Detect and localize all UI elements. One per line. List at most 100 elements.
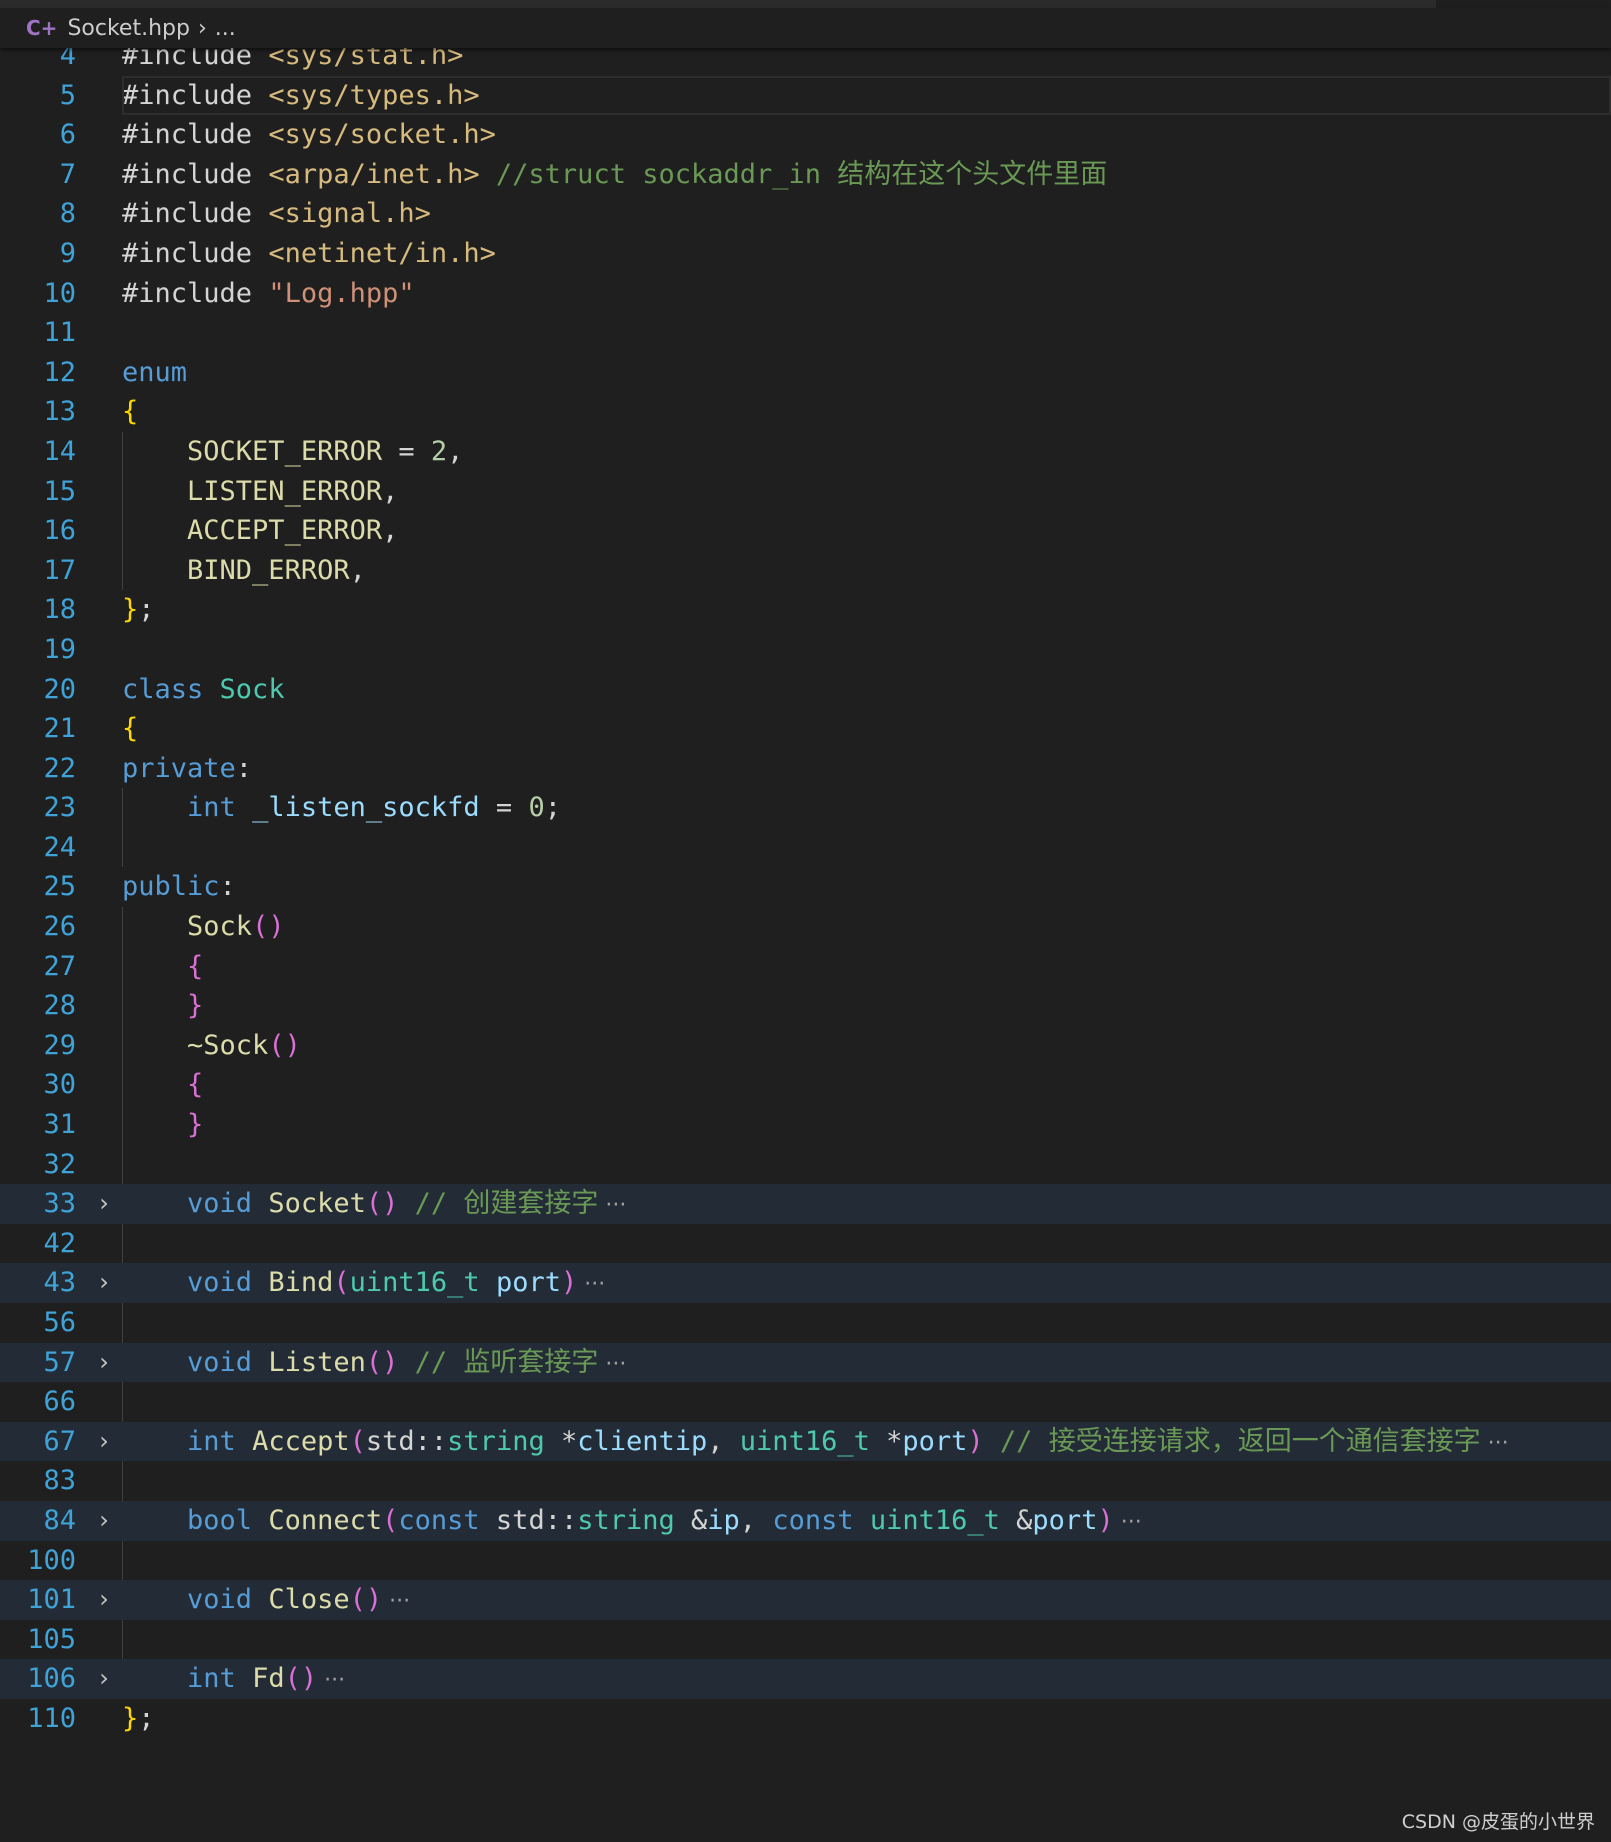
- token: public: [122, 871, 220, 903]
- code-line[interactable]: 31 }: [0, 1105, 1611, 1145]
- fold-chevron-right-icon[interactable]: ›: [93, 1580, 115, 1620]
- token: (): [365, 1188, 399, 1220]
- line-number: 27: [43, 950, 76, 982]
- token: ): [560, 1267, 578, 1299]
- token: ;: [138, 594, 155, 626]
- fold-chevron-right-icon[interactable]: ›: [93, 1422, 115, 1462]
- code-line[interactable]: 14 SOCKET_ERROR = 2,: [0, 431, 1611, 472]
- code-line[interactable]: 30 {: [0, 1065, 1611, 1106]
- fold-chevron-right-icon[interactable]: ›: [93, 1501, 115, 1541]
- code-line[interactable]: 110};: [0, 1699, 1611, 1739]
- code-line[interactable]: 15 LISTEN_ERROR,: [0, 471, 1611, 512]
- token: ;: [544, 792, 561, 824]
- code-line[interactable]: 100: [0, 1540, 1611, 1581]
- token: int: [187, 792, 236, 824]
- folded-code-line[interactable]: 84 › bool Connect(const std::string &ip, …: [0, 1500, 1611, 1541]
- code-text: int Accept(std::string *clientip, uint16…: [122, 1422, 1509, 1464]
- fold-ellipsis[interactable]: ···: [1481, 1431, 1509, 1456]
- token: //struct sockaddr_in 结构在这个头文件里面: [495, 158, 1108, 190]
- code-text: void Bind(uint16_t port) ···: [122, 1263, 605, 1305]
- token: <sys/socket.h>: [268, 119, 496, 151]
- code-line[interactable]: 18};: [0, 590, 1611, 630]
- code-line[interactable]: 7 #include <arpa/inet.h> //struct sockadd…: [0, 155, 1611, 195]
- code-line[interactable]: 19: [0, 630, 1611, 670]
- token: _listen_sockfd: [252, 792, 480, 824]
- fold-chevron-right-icon[interactable]: ›: [93, 1659, 115, 1699]
- token: LISTEN_ERROR: [187, 475, 383, 507]
- fold-ellipsis[interactable]: ···: [598, 1193, 626, 1218]
- code-line[interactable]: 13 {: [0, 392, 1611, 432]
- code-line[interactable]: 29 ~Sock(): [0, 1025, 1611, 1066]
- code-line[interactable]: 24: [0, 827, 1611, 868]
- line-number: 22: [43, 752, 76, 784]
- token: BIND_ERROR: [187, 554, 350, 586]
- code-line[interactable]: 8 #include <signal.h>: [0, 194, 1611, 234]
- code-line[interactable]: 23 int _listen_sockfd = 0;: [0, 788, 1611, 828]
- code-line[interactable]: 26 Sock(): [0, 907, 1611, 947]
- code-line[interactable]: 27 {: [0, 946, 1611, 987]
- token: (): [284, 1663, 318, 1695]
- token: (): [268, 1029, 301, 1061]
- code-line[interactable]: 25 public:: [0, 867, 1611, 907]
- code-editor[interactable]: 4 #include <sys/stat.h> 5 #include <sys/typ…: [0, 36, 1611, 1739]
- code-line[interactable]: 32: [0, 1144, 1611, 1185]
- code-line[interactable]: 6 #include <sys/socket.h>: [0, 115, 1611, 155]
- folded-code-line[interactable]: 67 › int Accept(std::string *clientip, ui…: [0, 1421, 1611, 1464]
- code-line[interactable]: 5 #include <sys/types.h>: [0, 75, 1611, 116]
- token: Fd: [252, 1663, 285, 1695]
- line-number: 57: [43, 1346, 76, 1378]
- code-line[interactable]: 28 }: [0, 986, 1611, 1026]
- token: ,: [739, 1504, 773, 1536]
- code-line[interactable]: 9 #include <netinet/in.h>: [0, 234, 1611, 274]
- cpp-file-icon: C+: [26, 16, 58, 40]
- folded-code-line[interactable]: 57 › void Listen() // 监听套接字 ···: [0, 1342, 1611, 1385]
- token: Socket: [268, 1188, 366, 1220]
- folded-code-line[interactable]: 101 › void Close() ···: [0, 1580, 1611, 1620]
- code-line[interactable]: 66: [0, 1382, 1611, 1422]
- code-text: void Listen() // 监听套接字 ···: [122, 1343, 626, 1385]
- line-number: 105: [27, 1623, 76, 1655]
- code-line[interactable]: 83: [0, 1461, 1611, 1501]
- token: const: [398, 1504, 480, 1536]
- code-line[interactable]: 10 #include "Log.hpp": [0, 274, 1611, 314]
- token: // 创建套接字: [414, 1188, 599, 1220]
- line-number: 110: [27, 1702, 76, 1734]
- code-text: SOCKET_ERROR = 2,: [122, 432, 463, 472]
- code-line[interactable]: 56: [0, 1303, 1611, 1343]
- code-line[interactable]: 42: [0, 1223, 1611, 1264]
- fold-ellipsis[interactable]: ···: [1114, 1510, 1142, 1535]
- indent-guide: [122, 1303, 123, 1343]
- code-line[interactable]: 16 ACCEPT_ERROR,: [0, 511, 1611, 551]
- token: std::: [365, 1425, 448, 1457]
- folded-code-line[interactable]: 33 › void Socket() // 创建套接字 ···: [0, 1184, 1611, 1224]
- fold-ellipsis[interactable]: ···: [598, 1352, 626, 1377]
- breadcrumb-more[interactable]: ...: [215, 16, 236, 41]
- code-line[interactable]: 12 enum: [0, 353, 1611, 393]
- folded-code-line[interactable]: 106 › int Fd() ···: [0, 1659, 1611, 1699]
- fold-chevron-right-icon[interactable]: ›: [93, 1343, 115, 1383]
- fold-chevron-right-icon[interactable]: ›: [93, 1184, 115, 1224]
- code-line[interactable]: 105: [0, 1619, 1611, 1660]
- line-number: 7: [59, 158, 76, 190]
- token: #include: [122, 158, 269, 190]
- breadcrumb-file[interactable]: Socket.hpp: [67, 16, 190, 41]
- code-line[interactable]: 11: [0, 313, 1611, 353]
- fold-ellipsis[interactable]: ···: [577, 1272, 605, 1297]
- folded-code-line[interactable]: 43 › void Bind(uint16_t port) ···: [0, 1263, 1611, 1303]
- token: (: [333, 1267, 350, 1299]
- fold-chevron-right-icon[interactable]: ›: [93, 1263, 115, 1303]
- fold-ellipsis[interactable]: ···: [382, 1589, 410, 1614]
- fold-ellipsis[interactable]: ···: [317, 1668, 345, 1693]
- token: <sys/types.h>: [268, 79, 480, 111]
- token: (): [252, 911, 285, 943]
- code-line[interactable]: 21 {: [0, 709, 1611, 749]
- code-line[interactable]: 22 private:: [0, 749, 1611, 789]
- code-line[interactable]: 20 class Sock: [0, 670, 1611, 710]
- code-line[interactable]: 17 BIND_ERROR,: [0, 550, 1611, 591]
